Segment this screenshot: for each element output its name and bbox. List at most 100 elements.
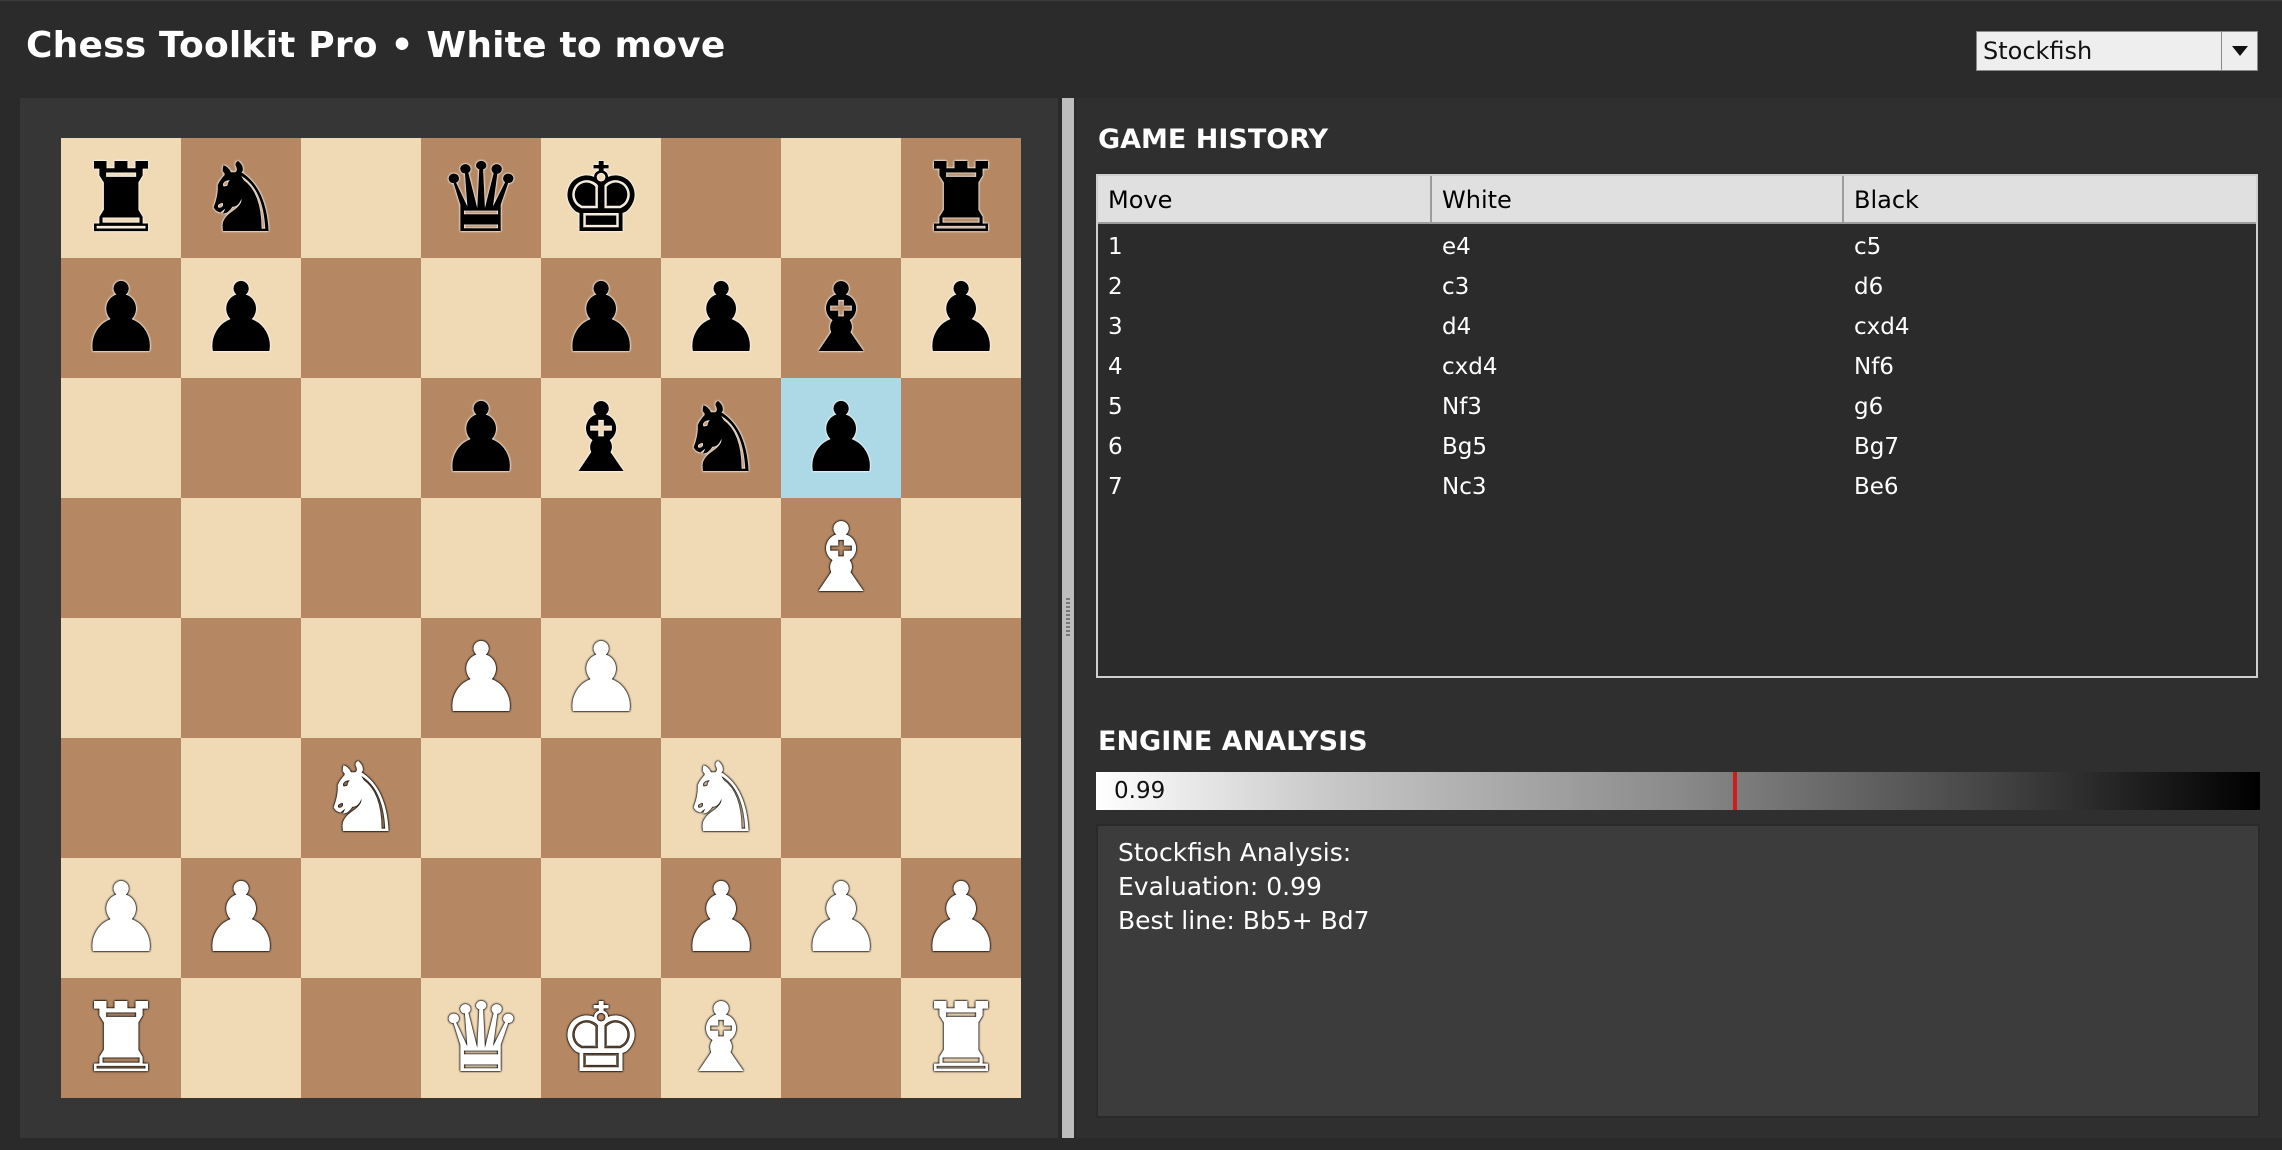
square-a8[interactable]: ♜ [61, 138, 181, 258]
square-g7[interactable]: ♝ [781, 258, 901, 378]
square-h6[interactable] [901, 378, 1021, 498]
square-d6[interactable]: ♟ [421, 378, 541, 498]
square-b8[interactable]: ♞ [181, 138, 301, 258]
square-e4[interactable]: ♟ [541, 618, 661, 738]
engine-select-dropdown[interactable]: Stockfish [1976, 31, 2258, 71]
square-a2[interactable]: ♟ [61, 858, 181, 978]
square-e1[interactable]: ♚ [541, 978, 661, 1098]
black-pawn-icon[interactable]: ♟ [678, 270, 764, 366]
white-king-icon[interactable]: ♚ [558, 990, 644, 1086]
square-c6[interactable] [301, 378, 421, 498]
square-c7[interactable] [301, 258, 421, 378]
square-e8[interactable]: ♚ [541, 138, 661, 258]
white-knight-icon[interactable]: ♞ [318, 750, 404, 846]
black-queen-icon[interactable]: ♛ [438, 150, 524, 246]
square-c1[interactable] [301, 978, 421, 1098]
white-pawn-icon[interactable]: ♟ [198, 870, 284, 966]
black-pawn-icon[interactable]: ♟ [558, 270, 644, 366]
white-rook-icon[interactable]: ♜ [78, 990, 164, 1086]
chevron-down-icon[interactable] [2221, 32, 2257, 70]
table-row[interactable]: 2 c3 d6 [1098, 267, 2256, 307]
white-pawn-icon[interactable]: ♟ [678, 870, 764, 966]
square-h1[interactable]: ♜ [901, 978, 1021, 1098]
black-pawn-icon[interactable]: ♟ [798, 390, 884, 486]
square-c4[interactable] [301, 618, 421, 738]
square-h7[interactable]: ♟ [901, 258, 1021, 378]
white-pawn-icon[interactable]: ♟ [918, 870, 1004, 966]
white-pawn-icon[interactable]: ♟ [438, 630, 524, 726]
square-d2[interactable] [421, 858, 541, 978]
black-knight-icon[interactable]: ♞ [678, 390, 764, 486]
square-c3[interactable]: ♞ [301, 738, 421, 858]
square-b3[interactable] [181, 738, 301, 858]
square-g5[interactable]: ♝ [781, 498, 901, 618]
square-b2[interactable]: ♟ [181, 858, 301, 978]
square-b1[interactable] [181, 978, 301, 1098]
white-rook-icon[interactable]: ♜ [918, 990, 1004, 1086]
square-a1[interactable]: ♜ [61, 978, 181, 1098]
splitter-grip-icon[interactable] [1066, 596, 1070, 636]
black-pawn-icon[interactable]: ♟ [198, 270, 284, 366]
square-d3[interactable] [421, 738, 541, 858]
white-knight-icon[interactable]: ♞ [678, 750, 764, 846]
white-bishop-icon[interactable]: ♝ [678, 990, 764, 1086]
square-a4[interactable] [61, 618, 181, 738]
white-pawn-icon[interactable]: ♟ [558, 630, 644, 726]
square-f3[interactable]: ♞ [661, 738, 781, 858]
table-row[interactable]: 5 Nf3 g6 [1098, 387, 2256, 427]
square-c8[interactable] [301, 138, 421, 258]
black-bishop-icon[interactable]: ♝ [798, 270, 884, 366]
square-a5[interactable] [61, 498, 181, 618]
column-header-white[interactable]: White [1432, 176, 1844, 224]
square-d4[interactable]: ♟ [421, 618, 541, 738]
black-knight-icon[interactable]: ♞ [198, 150, 284, 246]
square-b4[interactable] [181, 618, 301, 738]
square-f2[interactable]: ♟ [661, 858, 781, 978]
square-b5[interactable] [181, 498, 301, 618]
table-row[interactable]: 4 cxd4 Nf6 [1098, 347, 2256, 387]
table-row[interactable]: 7 Nc3 Be6 [1098, 467, 2256, 507]
square-h4[interactable] [901, 618, 1021, 738]
square-a3[interactable] [61, 738, 181, 858]
black-king-icon[interactable]: ♚ [558, 150, 644, 246]
square-e5[interactable] [541, 498, 661, 618]
square-e2[interactable] [541, 858, 661, 978]
table-row[interactable]: 6 Bg5 Bg7 [1098, 427, 2256, 467]
square-h5[interactable] [901, 498, 1021, 618]
square-g4[interactable] [781, 618, 901, 738]
square-f4[interactable] [661, 618, 781, 738]
chess-board[interactable]: ♜ ♞ ♛ ♚ ♜ ♟ ♟ ♟ ♟ ♝ ♟ ♟ ♝ ♞ ♟ ♝ ♟ ♟ ♞ ♞ ♟ ♟ ♟ ♟ ♟ ♜ ♛ ♚ ♝ ♜ [61, 138, 1021, 1098]
column-header-move[interactable]: Move [1098, 176, 1432, 224]
black-bishop-icon[interactable]: ♝ [558, 390, 644, 486]
square-f1[interactable]: ♝ [661, 978, 781, 1098]
square-h8[interactable]: ♜ [901, 138, 1021, 258]
square-f6[interactable]: ♞ [661, 378, 781, 498]
square-e3[interactable] [541, 738, 661, 858]
table-row[interactable]: 1 e4 c5 [1098, 227, 2256, 267]
black-pawn-icon[interactable]: ♟ [918, 270, 1004, 366]
square-d1[interactable]: ♛ [421, 978, 541, 1098]
square-d8[interactable]: ♛ [421, 138, 541, 258]
square-a7[interactable]: ♟ [61, 258, 181, 378]
white-pawn-icon[interactable]: ♟ [798, 870, 884, 966]
square-d5[interactable] [421, 498, 541, 618]
square-f5[interactable] [661, 498, 781, 618]
square-g1[interactable] [781, 978, 901, 1098]
square-h2[interactable]: ♟ [901, 858, 1021, 978]
square-d7[interactable] [421, 258, 541, 378]
square-c5[interactable] [301, 498, 421, 618]
table-row[interactable]: 3 d4 cxd4 [1098, 307, 2256, 347]
square-g3[interactable] [781, 738, 901, 858]
square-g8[interactable] [781, 138, 901, 258]
black-rook-icon[interactable]: ♜ [78, 150, 164, 246]
square-b7[interactable]: ♟ [181, 258, 301, 378]
square-e7[interactable]: ♟ [541, 258, 661, 378]
white-queen-icon[interactable]: ♛ [438, 990, 524, 1086]
square-f8[interactable] [661, 138, 781, 258]
square-g6[interactable]: ♟ [781, 378, 901, 498]
square-f7[interactable]: ♟ [661, 258, 781, 378]
game-history-table[interactable]: Move White Black 1 e4 c5 2 c3 d6 3 d4 cxd4 4 cxd4 N… [1096, 174, 2258, 678]
square-b6[interactable] [181, 378, 301, 498]
square-a6[interactable] [61, 378, 181, 498]
square-e6[interactable]: ♝ [541, 378, 661, 498]
